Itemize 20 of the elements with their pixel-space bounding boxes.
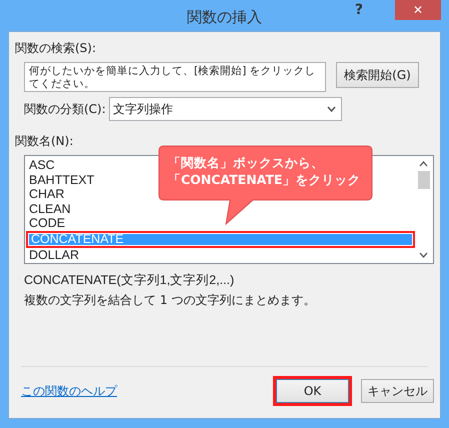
search-button[interactable]: 検索開始(G): [336, 62, 419, 88]
search-label: 関数の検索(S):: [15, 40, 98, 57]
function-name-label: 関数名(N):: [15, 133, 74, 150]
function-syntax: CONCATENATE(文字列1,文字列2,...): [23, 272, 236, 289]
dialog-button[interactable]: キャンセル: [361, 379, 434, 403]
help-button[interactable]: ?: [350, 2, 367, 18]
callout-tooltip: 「関数名」ボックスから、 「CONCATENATE」をクリック: [158, 145, 373, 225]
caret-icon: [326, 106, 336, 112]
function-description: 複数の文字列を結合して 1 つの文字列にまとめます。: [23, 292, 316, 309]
scroll-up-icon[interactable]: [419, 161, 428, 167]
dialog-button[interactable]: OK: [276, 379, 349, 403]
category-label: 関数の分類(C):: [24, 100, 106, 118]
scroll-down-icon[interactable]: [419, 252, 428, 258]
category-dropdown[interactable]: 文字列操作: [108, 97, 342, 121]
window-title: 関数の挿入: [187, 8, 262, 27]
close-button[interactable]: ✕: [395, 0, 441, 20]
help-link[interactable]: この関数のヘルプ: [21, 382, 117, 400]
scrollbar-thumb[interactable]: [418, 171, 430, 189]
search-field[interactable]: 何がしたいかを簡単に入力して、[検索開始] をクリックしてください。: [24, 62, 326, 92]
function-list-item[interactable]: DOLLAR: [26, 248, 415, 263]
